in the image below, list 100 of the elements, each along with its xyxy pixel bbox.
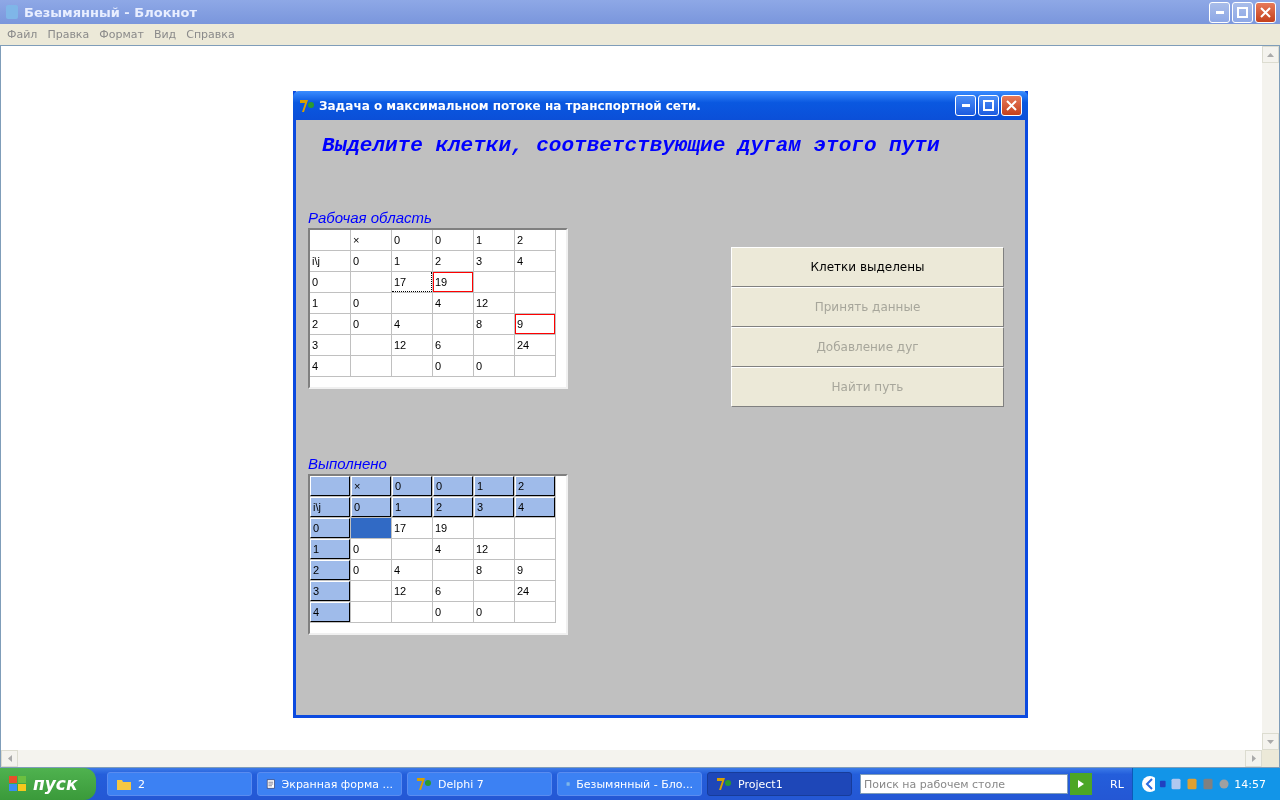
table-cell[interactable]: 1	[310, 293, 350, 313]
table-cell[interactable]: 3	[310, 335, 350, 355]
taskbar-button[interactable]: Безымянный - Бло...	[557, 772, 702, 796]
header-cell: 0	[433, 476, 473, 496]
table-cell[interactable]: 4	[515, 251, 555, 271]
language-indicator[interactable]: RL	[1110, 777, 1124, 791]
table-cell[interactable]	[392, 539, 432, 559]
table-cell[interactable]: 24	[515, 335, 555, 355]
close-button[interactable]	[1255, 1, 1276, 23]
table-cell[interactable]	[392, 356, 432, 376]
header-cell: 2	[433, 497, 473, 517]
table-cell[interactable]: 19	[433, 518, 473, 538]
minimize-button[interactable]	[1209, 1, 1230, 23]
table-cell[interactable]: 17	[392, 272, 432, 292]
taskbar-button[interactable]: Delphi 7	[407, 772, 552, 796]
table-cell[interactable]: 12	[392, 581, 432, 601]
table-cell[interactable]	[351, 335, 391, 355]
table-cell[interactable]: 0	[351, 539, 391, 559]
header-cell: 2	[515, 476, 555, 496]
header-cell: 4	[310, 602, 350, 622]
table-cell[interactable]: 19	[433, 272, 473, 292]
table-cell[interactable]: 0	[433, 602, 473, 622]
maximize-button[interactable]	[1232, 1, 1253, 23]
table-cell[interactable]	[515, 518, 555, 538]
table-cell[interactable]: 1	[392, 251, 432, 271]
table-cell[interactable]: 12	[392, 335, 432, 355]
maximize-icon	[983, 100, 994, 111]
table-cell[interactable]: 0	[310, 272, 350, 292]
document-icon	[266, 776, 276, 792]
table-cell[interactable]: 3	[474, 251, 514, 271]
horizontal-scrollbar[interactable]	[1, 750, 1262, 767]
close-icon	[1006, 100, 1017, 111]
table-cell[interactable]: 0	[351, 560, 391, 580]
table-cell[interactable]: 12	[474, 293, 514, 313]
table-cell[interactable]: 0	[474, 602, 514, 622]
table-cell[interactable]: 2	[515, 230, 555, 250]
table-cell[interactable]: 0	[392, 230, 432, 250]
table-cell[interactable]: 0	[474, 356, 514, 376]
go-button[interactable]	[1070, 773, 1092, 795]
table-cell[interactable]	[310, 230, 350, 250]
table-cell[interactable]: 4	[392, 314, 432, 334]
table-cell[interactable]: ×	[351, 230, 391, 250]
table-cell[interactable]	[474, 581, 514, 601]
table-cell[interactable]: 4	[310, 356, 350, 376]
action-button[interactable]: Клетки выделены	[731, 247, 1004, 287]
table-cell[interactable]	[433, 314, 473, 334]
table-cell[interactable]	[351, 602, 391, 622]
left-arrow-icon	[7, 755, 12, 762]
table-cell[interactable]	[515, 272, 555, 292]
table-cell[interactable]: 4	[392, 560, 432, 580]
maximize-button[interactable]	[978, 95, 999, 116]
table-cell[interactable]: 24	[515, 581, 555, 601]
table-cell[interactable]: 9	[515, 560, 555, 580]
table-cell[interactable]: 6	[433, 335, 473, 355]
header-cell: 1	[474, 476, 514, 496]
table-cell[interactable]	[392, 602, 432, 622]
taskbar-button[interactable]: 2	[107, 772, 252, 796]
table-cell[interactable]: 0	[351, 314, 391, 334]
table-cell[interactable]: i\j	[310, 251, 350, 271]
minimize-button[interactable]	[955, 95, 976, 116]
vertical-scrollbar[interactable]	[1262, 46, 1279, 750]
table-cell[interactable]	[474, 335, 514, 355]
table-cell[interactable]	[392, 293, 432, 313]
table-cell[interactable]: 2	[433, 251, 473, 271]
table-cell[interactable]: 2	[310, 314, 350, 334]
header-cell: 1	[392, 497, 432, 517]
taskbar-button[interactable]: Project1	[707, 772, 852, 796]
table-cell[interactable]	[515, 602, 555, 622]
table-cell[interactable]: 9	[515, 314, 555, 334]
table-cell[interactable]: 0	[433, 230, 473, 250]
taskbar-button[interactable]: Экранная форма ...	[257, 772, 402, 796]
search-field[interactable]: Поиск на рабочем столе	[860, 774, 1068, 794]
close-button[interactable]	[1001, 95, 1022, 116]
table-cell[interactable]	[515, 356, 555, 376]
table-cell[interactable]	[351, 356, 391, 376]
table-cell[interactable]	[351, 581, 391, 601]
table-cell[interactable]	[433, 560, 473, 580]
table-cell[interactable]	[515, 293, 555, 313]
maximize-icon	[1237, 6, 1248, 18]
header-cell: ×	[351, 476, 391, 496]
table-cell[interactable]	[474, 518, 514, 538]
chevron-icon[interactable]	[1141, 775, 1155, 793]
table-cell[interactable]: 1	[474, 230, 514, 250]
table-cell[interactable]: 0	[433, 356, 473, 376]
table-cell[interactable]: 4	[433, 293, 473, 313]
table-cell[interactable]: 8	[474, 560, 514, 580]
table-cell[interactable]	[474, 272, 514, 292]
table-cell[interactable]	[351, 272, 391, 292]
table-cell[interactable]: 12	[474, 539, 514, 559]
header-cell: 0	[392, 476, 432, 496]
table-cell[interactable]: 8	[474, 314, 514, 334]
table-cell[interactable]: 0	[351, 293, 391, 313]
table-cell[interactable]: 17	[392, 518, 432, 538]
table-cell[interactable]: 6	[433, 581, 473, 601]
table-cell[interactable]: 0	[351, 251, 391, 271]
header-cell: 4	[515, 497, 555, 517]
table-cell[interactable]	[351, 518, 391, 538]
table-cell[interactable]	[515, 539, 555, 559]
table-cell[interactable]: 4	[433, 539, 473, 559]
delphi-logo-icon	[416, 776, 432, 792]
